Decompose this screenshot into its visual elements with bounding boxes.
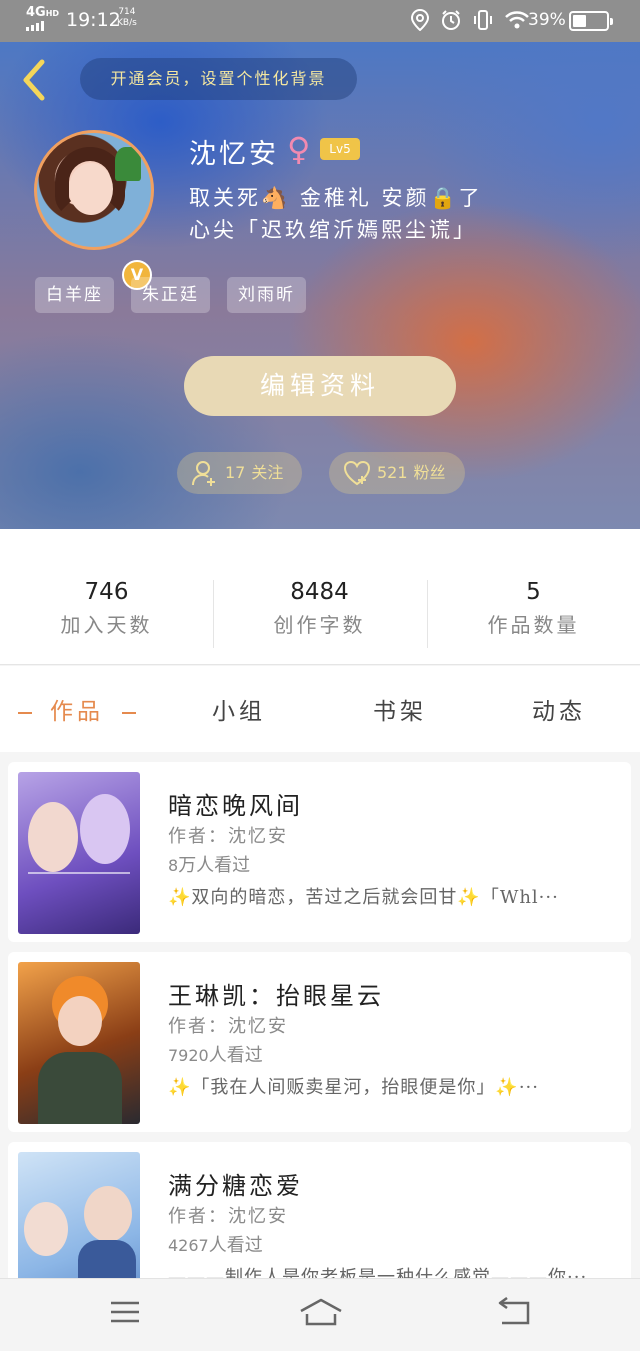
signal-icon [26,21,44,31]
profile-tabs: 作品 小组 书架 动态 [0,666,640,752]
username: 沈忆安 [189,139,279,170]
home-icon [300,1298,342,1326]
tab-activity[interactable]: 动态 [532,692,586,726]
work-card[interactable]: 满分糖恋爱 作者：沈忆安 4267人看过 ———制作人是你老板是一种什么感觉——… [8,1142,631,1278]
following-button[interactable]: 17 关注 [177,452,302,494]
tag[interactable]: 刘雨昕 [227,277,306,313]
book-title: 暗恋晚风间 [168,792,303,820]
tab-bookshelf[interactable]: 书架 [373,692,427,726]
book-title: 王琳凯：抬眼星云 [168,982,384,1010]
book-views: 8万人看过 [168,855,251,876]
battery-icon [569,11,613,31]
tag[interactable]: 朱正廷 [131,277,210,313]
book-views: 4267人看过 [168,1235,263,1256]
works-list: 暗恋晚风间 作者：沈忆安 8万人看过 ✨双向的暗恋，苦过之后就会回甘✨「Whl·… [0,752,640,1278]
menu-icon [111,1301,139,1323]
work-card[interactable]: 暗恋晚风间 作者：沈忆安 8万人看过 ✨双向的暗恋，苦过之后就会回甘✨「Whl·… [8,762,631,942]
home-button[interactable] [298,1297,344,1331]
profile-stats: 746 加入天数 8484 创作字数 5 作品数量 [0,529,640,665]
stat-works-count: 5 作品数量 [427,579,640,638]
book-title: 满分糖恋爱 [168,1172,303,1200]
alarm-icon [442,10,460,30]
tab-indicator [18,712,32,714]
profile-header: 开通会员，设置个性化背景 V 沈忆安 ♀ Lv5 取关死🐴 金稚礼 安颜🔒了 心… [0,42,640,529]
wifi-icon [505,11,529,29]
heart-icon [343,460,371,486]
tab-indicator [122,712,136,714]
book-author: 作者：沈忆安 [168,826,288,847]
vibrate-icon [474,10,492,30]
book-description: ✨双向的暗恋，苦过之后就会回甘✨「Whl··· [168,887,559,908]
back-icon [23,59,45,101]
tab-groups[interactable]: 小组 [212,692,266,726]
following-label: 关注 [251,463,284,482]
book-author: 作者：沈忆安 [168,1206,288,1227]
book-cover [18,1152,140,1278]
book-cover [18,962,140,1124]
bio: 取关死🐴 金稚礼 安颜🔒了 心尖「迟玖绾沂嫣熙尘谎」 [189,182,483,246]
vip-background-prompt[interactable]: 开通会员，设置个性化背景 [80,58,357,100]
return-icon [498,1296,530,1325]
book-views: 7920人看过 [168,1045,263,1066]
clock: 19:12 [66,9,121,31]
book-description: ✨「我在人间贩卖星河，抬眼便是你」✨··· [168,1077,539,1098]
book-author: 作者：沈忆安 [168,1016,288,1037]
add-user-icon [192,461,215,486]
status-icons [410,9,530,31]
edit-profile-button[interactable]: 编辑资料 [184,356,456,416]
return-button[interactable] [496,1296,532,1331]
stat-value: 746 [84,579,129,605]
followers-count: 521 [377,463,408,482]
stat-word-count: 8484 创作字数 [213,579,426,638]
menu-button[interactable] [108,1297,142,1331]
system-nav-bar [0,1278,640,1351]
stat-label: 作品数量 [487,613,580,637]
battery-percent: 39% [528,10,566,30]
tab-works[interactable]: 作品 [0,692,154,726]
avatar[interactable] [34,130,154,250]
stat-value: 8484 [290,579,349,605]
profile-tags: 白羊座 朱正廷 刘雨昕 [35,277,306,313]
stat-label: 加入天数 [60,613,153,637]
tag[interactable]: 白羊座 [35,277,114,313]
stat-label: 创作字数 [273,613,366,637]
work-card[interactable]: 王琳凯：抬眼星云 作者：沈忆安 7920人看过 ✨「我在人间贩卖星河，抬眼便是你… [8,952,631,1132]
network-speed: 714 KB/s [117,7,137,28]
followers-label: 粉丝 [413,463,446,482]
book-description: ———制作人是你老板是一种什么感觉———你··· [168,1267,588,1278]
followers-button[interactable]: 521 粉丝 [329,452,465,494]
stat-join-days: 746 加入天数 [0,579,213,638]
network-indicator: 4GHD [26,6,59,31]
tab-label: 作品 [50,699,104,725]
book-cover [18,772,140,934]
gender-female-icon: ♀ [287,130,311,168]
level-badge: Lv5 [320,138,360,160]
location-icon [410,9,430,31]
bio-line-2: 心尖「迟玖绾沂嫣熙尘谎」 [189,218,477,242]
status-bar: 4GHD 19:12 714 KB/s 39% [0,0,640,42]
back-button[interactable] [18,58,52,102]
bio-line-1: 取关死🐴 金稚礼 安颜🔒了 [189,186,483,210]
following-count: 17 [225,463,246,482]
stat-value: 5 [526,579,541,605]
